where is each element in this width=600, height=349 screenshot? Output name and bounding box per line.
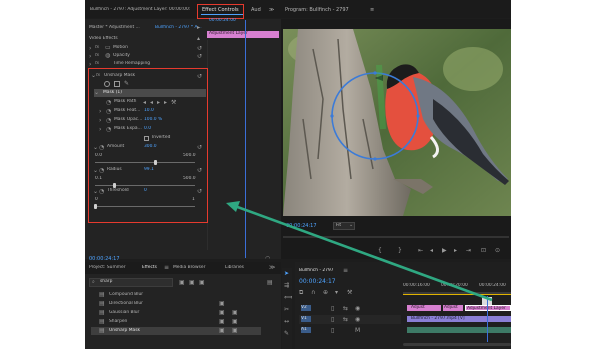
annotation-arrow xyxy=(226,201,493,302)
